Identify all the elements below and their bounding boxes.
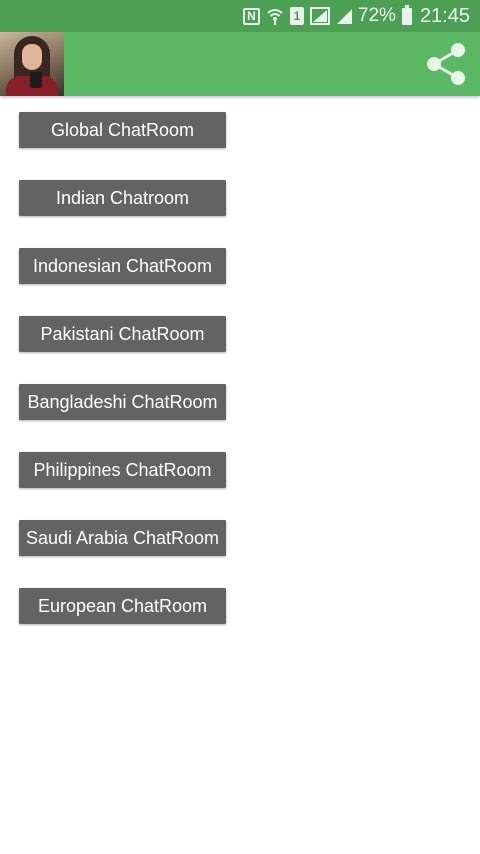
battery-percent: 72% xyxy=(357,5,396,26)
app-bar xyxy=(0,32,480,96)
sim-icon: 1 xyxy=(289,7,304,25)
saudi-arabia-chatroom-button[interactable]: Saudi Arabia ChatRoom xyxy=(19,520,226,556)
indonesian-chatroom-button[interactable]: Indonesian ChatRoom xyxy=(19,248,226,284)
philippines-chatroom-button[interactable]: Philippines ChatRoom xyxy=(19,452,226,488)
clock: 21:45 xyxy=(419,4,470,27)
share-icon[interactable] xyxy=(422,40,470,88)
indian-chatroom-button[interactable]: Indian Chatroom xyxy=(19,180,226,216)
european-chatroom-button[interactable]: European ChatRoom xyxy=(19,588,226,624)
avatar-face xyxy=(22,44,42,70)
wifi-icon xyxy=(266,7,284,25)
pakistani-chatroom-button[interactable]: Pakistani ChatRoom xyxy=(19,316,226,352)
status-bar: N 1 72% 21:45 xyxy=(0,0,480,32)
signal-icon xyxy=(336,8,352,24)
avatar[interactable] xyxy=(0,32,64,96)
nfc-icon: N xyxy=(242,7,260,25)
battery-icon xyxy=(401,4,412,25)
avatar-phone xyxy=(30,72,42,88)
global-chatroom-button[interactable]: Global ChatRoom xyxy=(19,112,226,148)
signal-icon xyxy=(309,7,330,25)
bangladeshi-chatroom-button[interactable]: Bangladeshi ChatRoom xyxy=(19,384,226,420)
